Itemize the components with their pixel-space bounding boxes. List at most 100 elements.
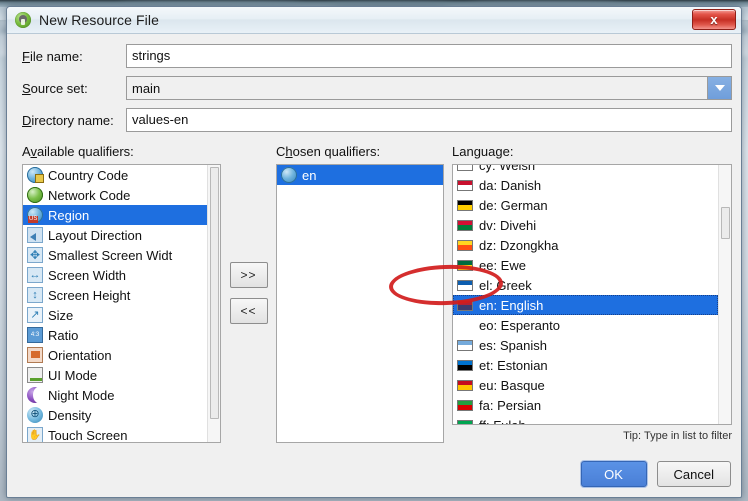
list-item[interactable]: ee: Ewe bbox=[453, 255, 718, 275]
list-item[interactable]: el: Greek bbox=[453, 275, 718, 295]
globe-green-icon bbox=[27, 187, 43, 203]
list-item-label: da: Danish bbox=[479, 177, 542, 193]
language-list[interactable]: cy: Welsh da: Danish de: German dv: Divehi d… bbox=[452, 164, 732, 425]
list-item-label: el: Greek bbox=[479, 277, 532, 293]
list-item[interactable]: da: Danish bbox=[453, 175, 718, 195]
list-item[interactable]: Ratio bbox=[23, 325, 207, 345]
ok-button[interactable]: OK bbox=[580, 461, 647, 487]
list-item-label: en bbox=[302, 167, 317, 183]
list-item[interactable]: eo: Esperanto bbox=[453, 315, 718, 335]
list-item[interactable]: et: Estonian bbox=[453, 355, 718, 375]
source-set-dropdown[interactable]: main bbox=[126, 76, 732, 100]
transfer-buttons: >> << bbox=[221, 144, 276, 443]
list-item-label: es: Spanish bbox=[479, 337, 547, 353]
ratio-icon bbox=[27, 327, 43, 343]
list-item[interactable]: Touch Screen bbox=[23, 425, 207, 442]
directory-name-label: Directory name: bbox=[22, 112, 114, 128]
list-item-label: dz: Dzongkha bbox=[479, 237, 559, 253]
list-item-label: et: Estonian bbox=[479, 357, 548, 373]
night-mode-icon bbox=[27, 387, 44, 403]
list-item-label: Layout Direction bbox=[48, 227, 142, 243]
list-item[interactable]: cy: Welsh bbox=[453, 165, 718, 175]
list-item-label: UI Mode bbox=[48, 367, 98, 383]
globe-badge-icon bbox=[27, 167, 44, 183]
dialog-titlebar[interactable]: New Resource File x bbox=[7, 7, 741, 34]
list-item-label: Size bbox=[48, 307, 74, 323]
file-name-row: File name: strings bbox=[16, 42, 732, 70]
list-item-label: en: English bbox=[479, 297, 544, 313]
source-set-value: main bbox=[127, 77, 707, 99]
density-icon bbox=[27, 407, 43, 423]
list-item[interactable]: Network Code bbox=[23, 185, 207, 205]
flag-icon bbox=[457, 379, 473, 391]
list-item[interactable]: Layout Direction bbox=[23, 225, 207, 245]
list-item[interactable]: Region bbox=[23, 205, 207, 225]
chosen-qualifiers-label: Chosen qualifiers: bbox=[276, 144, 381, 159]
new-resource-file-dialog: New Resource File x File name: strings S… bbox=[6, 6, 742, 498]
list-item[interactable]: en bbox=[277, 165, 443, 185]
remove-qualifier-button[interactable]: << bbox=[229, 298, 268, 324]
file-name-input[interactable]: strings bbox=[126, 44, 732, 68]
list-item[interactable]: fa: Persian bbox=[453, 395, 718, 415]
language-label: Language: bbox=[452, 144, 514, 159]
list-item-label: Screen Width bbox=[48, 267, 127, 283]
list-item[interactable]: de: German bbox=[453, 195, 718, 215]
list-item-label: eu: Basque bbox=[479, 377, 545, 393]
flag-icon bbox=[457, 399, 473, 411]
flag-icon bbox=[457, 359, 473, 371]
list-item-label: fa: Persian bbox=[479, 397, 542, 413]
list-item[interactable]: Country Code bbox=[23, 165, 207, 185]
dialog-footer: OK Cancel bbox=[7, 451, 741, 497]
language-scrollbar[interactable] bbox=[718, 165, 731, 424]
list-item[interactable]: ff: Fulah bbox=[453, 415, 718, 424]
chosen-qualifiers-panel: Chosen qualifiers: en bbox=[276, 144, 444, 443]
scrollbar-thumb[interactable] bbox=[210, 167, 219, 419]
list-item-label: Country Code bbox=[48, 167, 129, 183]
list-item-label: Density bbox=[48, 407, 92, 423]
flag-icon bbox=[457, 179, 473, 191]
cancel-button[interactable]: Cancel bbox=[656, 461, 731, 487]
list-item[interactable]: es: Spanish bbox=[453, 335, 718, 355]
list-item-label: dv: Divehi bbox=[479, 217, 537, 233]
orientation-icon bbox=[27, 347, 43, 363]
available-qualifiers-panel: Available qualifiers: Country Code Networ… bbox=[16, 144, 221, 443]
add-qualifier-button[interactable]: >> bbox=[229, 262, 268, 288]
flag-icon bbox=[457, 419, 473, 424]
directory-name-input[interactable]: values-en bbox=[126, 108, 732, 132]
chevron-down-icon[interactable] bbox=[707, 77, 731, 99]
list-item[interactable]: dz: Dzongkha bbox=[453, 235, 718, 255]
flag-icon bbox=[457, 165, 473, 171]
list-item[interactable]: Density bbox=[23, 405, 207, 425]
scrollbar-thumb[interactable] bbox=[721, 207, 730, 239]
arrow-left-icon bbox=[27, 227, 43, 243]
list-item[interactable]: UI Mode bbox=[23, 365, 207, 385]
source-set-row: Source set: main bbox=[16, 74, 732, 102]
flag-icon bbox=[457, 199, 473, 211]
horizontal-width-icon bbox=[27, 267, 43, 283]
list-item[interactable]: en: English bbox=[453, 295, 718, 315]
vertical-height-icon bbox=[27, 287, 43, 303]
list-item[interactable]: Screen Width bbox=[23, 265, 207, 285]
list-item[interactable]: dv: Divehi bbox=[453, 215, 718, 235]
list-item-label: eo: Esperanto bbox=[479, 317, 560, 333]
diagonal-size-icon bbox=[27, 307, 43, 323]
list-item[interactable]: Night Mode bbox=[23, 385, 207, 405]
list-item[interactable]: Orientation bbox=[23, 345, 207, 365]
list-item-label: ff: Fulah bbox=[479, 418, 526, 425]
list-item-label: ee: Ewe bbox=[479, 257, 526, 273]
four-arrow-icon bbox=[27, 247, 43, 263]
available-qualifiers-list[interactable]: Country Code Network Code Region Layout Dir… bbox=[22, 164, 221, 443]
available-qualifiers-scrollbar[interactable] bbox=[207, 165, 220, 442]
close-icon[interactable]: x bbox=[692, 9, 736, 30]
list-item[interactable]: Screen Height bbox=[23, 285, 207, 305]
flag-icon bbox=[457, 279, 473, 291]
android-studio-icon bbox=[15, 12, 31, 28]
list-item[interactable]: Size bbox=[23, 305, 207, 325]
list-item[interactable]: eu: Basque bbox=[453, 375, 718, 395]
flag-icon bbox=[457, 259, 473, 271]
filter-tip: Tip: Type in list to filter bbox=[623, 430, 732, 442]
globe-us-icon bbox=[27, 207, 43, 223]
list-item[interactable]: Smallest Screen Widt bbox=[23, 245, 207, 265]
flag-icon bbox=[457, 339, 473, 351]
chosen-qualifiers-list[interactable]: en bbox=[276, 164, 444, 443]
